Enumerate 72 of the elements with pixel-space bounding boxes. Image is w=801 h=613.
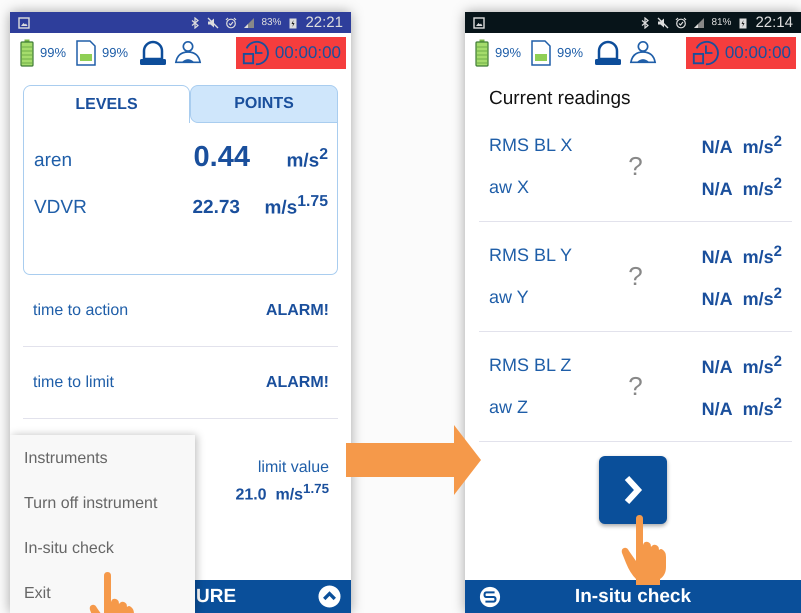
bluetooth-icon [189, 16, 202, 28]
mute-icon [207, 16, 220, 28]
reading-label: aw Y [489, 286, 530, 308]
row-value: 21.0 m/s$^{1.75}$ [235, 481, 329, 504]
bottom-bar-title: In-situ check [574, 586, 692, 608]
battery-percent: 81% [711, 17, 732, 28]
alarm-clock-icon [225, 16, 238, 28]
unknown-mark: ? [628, 370, 643, 402]
signal-icon [693, 16, 706, 28]
reading-label: RMS BL X [489, 134, 574, 156]
row-label: limit value [258, 459, 329, 477]
measure-value: 22.73 [192, 197, 240, 220]
measure-value: 0.44 [194, 141, 250, 174]
beacon-icon [593, 40, 624, 66]
unknown-mark: ? [628, 150, 643, 182]
battery-level: 99% [495, 45, 522, 60]
tab[interactable]: POINTS [190, 85, 338, 123]
measure-label: aren [34, 150, 74, 172]
reading-value: N/A m/s$^{2}$ [702, 242, 782, 268]
clock-time: 22:21 [305, 14, 343, 31]
sd-card-icon [76, 40, 96, 66]
timer-icon [690, 38, 719, 66]
sd-card-level: 99% [102, 45, 128, 60]
next-button[interactable] [599, 456, 667, 524]
measure-unit: m/s$^{2}$ [285, 146, 328, 172]
row-value: ALARM! [266, 374, 329, 392]
bottom-bar-title: URE [196, 586, 236, 608]
reading-label: aw X [489, 176, 530, 198]
menu-item[interactable]: Turn off instrument [10, 492, 195, 537]
unknown-mark: ? [628, 260, 643, 292]
hand-pointer-icon [620, 515, 666, 585]
timer-icon [240, 38, 269, 66]
bluetooth-icon [639, 16, 652, 28]
mute-icon [657, 16, 670, 28]
reading-value: N/A m/s$^{2}$ [702, 174, 782, 200]
image-icon [18, 16, 30, 28]
reading-value: N/A m/s$^{2}$ [702, 284, 782, 310]
image-icon [473, 16, 485, 28]
measure-label: VDVR [34, 197, 88, 220]
reading-label: RMS BL Z [489, 354, 572, 376]
chevron-right-icon [623, 475, 643, 505]
reading-value: N/A m/s$^{2}$ [702, 352, 782, 378]
reading-label: RMS BL Y [489, 244, 574, 266]
beacon-icon [138, 40, 168, 66]
reading-label: aw Z [489, 396, 530, 418]
logo-icon [479, 586, 501, 608]
row-label: time to action [33, 302, 128, 320]
clock-time: 22:14 [755, 14, 793, 31]
sd-card-icon [531, 40, 552, 66]
measure-unit: m/s$^{1.75}$ [263, 193, 328, 220]
menu-item[interactable]: In-situ check [10, 537, 195, 582]
reading-value: N/A m/s$^{2}$ [702, 394, 782, 420]
battery-icon [475, 38, 489, 66]
battery-charging-icon [287, 16, 300, 28]
timer-value: 00:00:00 [724, 42, 791, 62]
timer-value: 00:00:00 [274, 42, 341, 62]
alarm-clock-icon [675, 16, 688, 28]
tab[interactable]: LEVELS [23, 85, 190, 123]
row-label: time to limit [33, 374, 114, 392]
menu-item[interactable]: Instruments [10, 447, 195, 492]
chevron-up-icon[interactable] [318, 585, 341, 608]
battery-percent: 83% [261, 17, 282, 28]
section-heading: Current readings [488, 87, 632, 111]
reading-value: N/A m/s$^{2}$ [702, 132, 782, 158]
sd-card-level: 99% [557, 45, 584, 60]
battery-charging-icon [737, 16, 750, 28]
battery-icon [20, 38, 34, 66]
menu-item[interactable]: Exit [10, 582, 195, 613]
battery-level: 99% [40, 45, 66, 60]
row-value: ALARM! [266, 302, 329, 320]
signal-icon [243, 16, 256, 28]
arrow-icon [346, 425, 481, 495]
